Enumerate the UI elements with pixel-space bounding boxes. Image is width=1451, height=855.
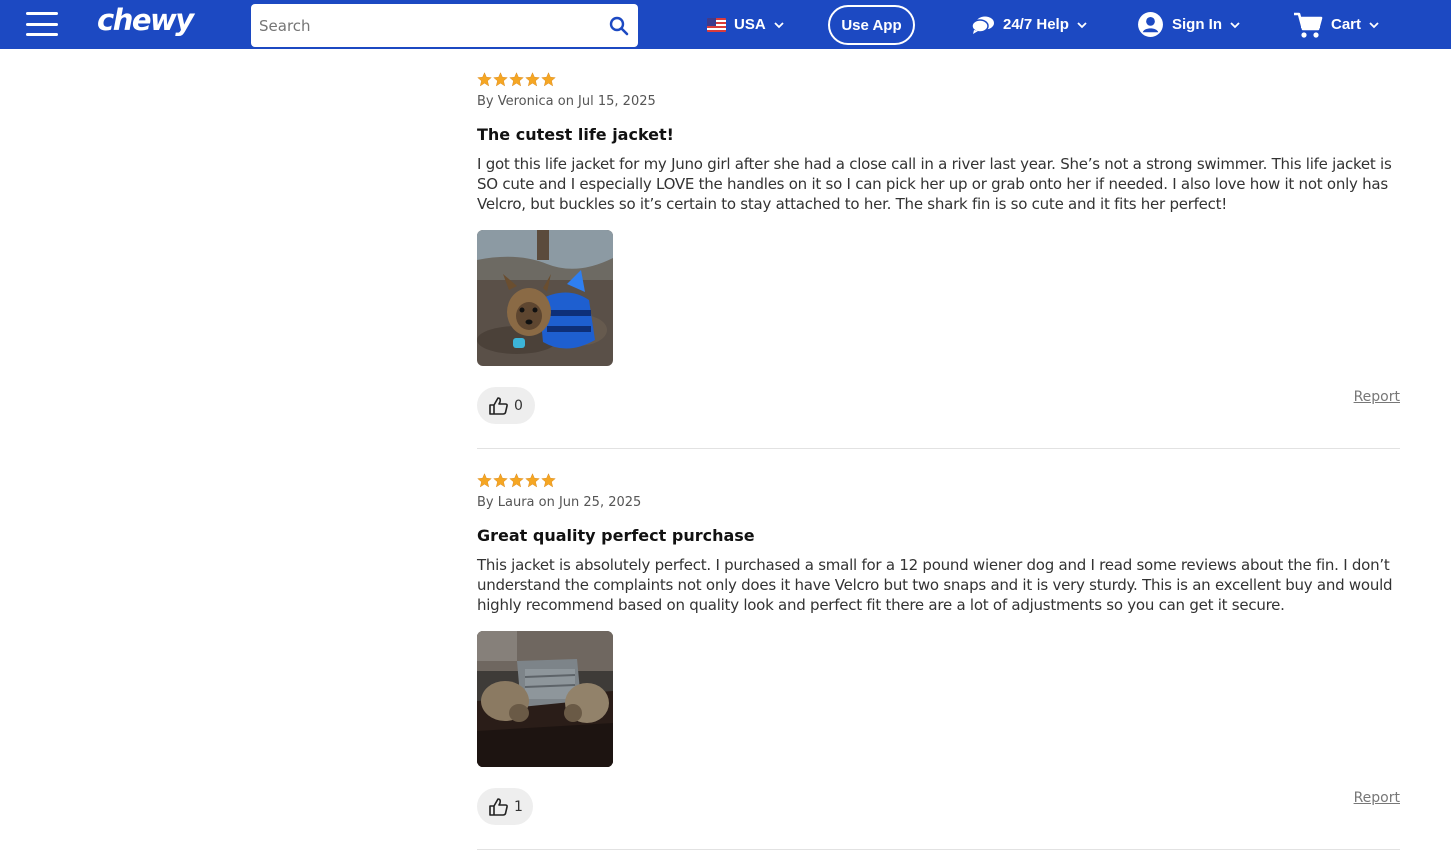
- use-app-button[interactable]: Use App: [828, 5, 915, 45]
- thumbs-up-icon: [489, 797, 508, 816]
- help-label: 24/7 Help: [1003, 16, 1069, 33]
- chat-bubbles-icon: [971, 16, 994, 34]
- cart-label: Cart: [1331, 16, 1362, 33]
- country-label: USA: [734, 16, 766, 33]
- hamburger-menu-icon[interactable]: [26, 12, 58, 36]
- star-rating: [477, 473, 1400, 489]
- help-menu[interactable]: 24/7 Help: [971, 0, 1087, 49]
- report-link[interactable]: Report: [1354, 389, 1400, 405]
- star-icon: [509, 72, 524, 87]
- helpful-button[interactable]: 1: [477, 788, 533, 825]
- review-photo[interactable]: [477, 631, 613, 767]
- chevron-down-icon: [1369, 21, 1379, 28]
- star-icon: [493, 72, 508, 87]
- top-nav-bar: chewy USA Use App 24/7 Help Sign In: [0, 0, 1451, 49]
- search-input[interactable]: [259, 16, 608, 35]
- star-icon: [541, 473, 556, 488]
- cart-menu[interactable]: Cart: [1293, 0, 1379, 49]
- chevron-down-icon: [1230, 21, 1240, 28]
- star-icon: [477, 473, 492, 488]
- helpful-count: 0: [514, 397, 523, 414]
- review-title: The cutest life jacket!: [477, 125, 674, 144]
- star-icon: [493, 473, 508, 488]
- chevron-down-icon: [774, 21, 784, 28]
- star-icon: [541, 72, 556, 87]
- review-byline: By Veronica on Jul 15, 2025: [477, 94, 656, 109]
- sign-in-label: Sign In: [1172, 16, 1222, 33]
- search-box[interactable]: [251, 4, 638, 47]
- search-icon[interactable]: [608, 15, 630, 37]
- review-body: I got this life jacket for my Juno girl …: [477, 155, 1392, 213]
- helpful-count: 1: [514, 798, 523, 815]
- review-body: This jacket is absolutely perfect. I pur…: [477, 556, 1393, 614]
- country-selector[interactable]: USA: [707, 0, 784, 49]
- review-photo[interactable]: [477, 230, 613, 366]
- star-icon: [509, 473, 524, 488]
- star-icon: [525, 72, 540, 87]
- divider: [477, 849, 1400, 850]
- review-byline: By Laura on Jun 25, 2025: [477, 495, 642, 510]
- star-rating: [477, 72, 1400, 88]
- review-title: Great quality perfect purchase: [477, 526, 755, 545]
- review-card: By Veronica on Jul 15, 2025 The cutest l…: [477, 72, 1400, 424]
- chevron-down-icon: [1077, 21, 1087, 28]
- report-link[interactable]: Report: [1354, 790, 1400, 806]
- divider: [477, 448, 1400, 449]
- thumbs-up-icon: [489, 396, 508, 415]
- star-icon: [477, 72, 492, 87]
- sign-in-menu[interactable]: Sign In: [1137, 0, 1240, 49]
- shopping-cart-icon: [1294, 12, 1323, 38]
- us-flag-icon: [707, 17, 726, 32]
- helpful-button[interactable]: 0: [477, 387, 535, 424]
- user-account-icon: [1138, 12, 1163, 37]
- review-card: By Laura on Jun 25, 2025 Great quality p…: [477, 473, 1400, 825]
- star-icon: [525, 473, 540, 488]
- chewy-logo[interactable]: chewy: [97, 3, 194, 37]
